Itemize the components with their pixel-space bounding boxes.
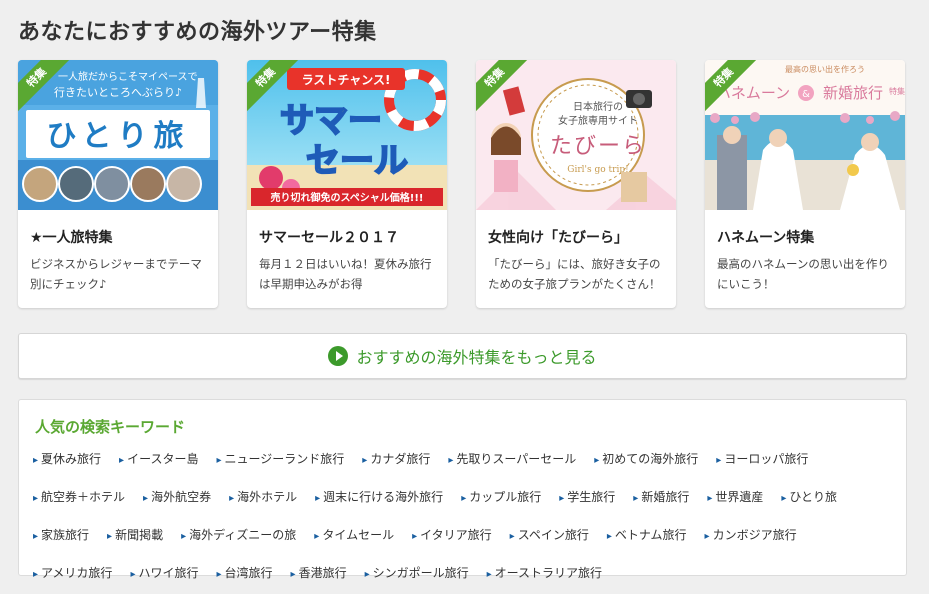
- keyword-link[interactable]: シンガポール旅行: [365, 563, 469, 585]
- keyword-link[interactable]: 夏休み旅行: [33, 449, 101, 471]
- svg-text:たびーら: たびーら: [550, 134, 646, 159]
- svg-text:特集: 特集: [889, 86, 905, 96]
- svg-text:日本旅行の: 日本旅行の: [573, 100, 623, 113]
- feature-card-tabira[interactable]: 日本旅行の 女子旅専用サイト たびーら Girl's go trip! 特集 女…: [476, 60, 676, 308]
- keyword-link[interactable]: ニュージーランド旅行: [216, 449, 345, 471]
- feature-card-summer-sale[interactable]: ラストチャンス! サマー セール 売り切れ御免のスペシャル価格!!! 特集 サマ…: [247, 60, 447, 308]
- svg-text:セール: セール: [306, 141, 408, 181]
- keyword-link[interactable]: 新婚旅行: [633, 487, 689, 509]
- tabira-banner: 日本旅行の 女子旅専用サイト たびーら Girl's go trip! 特集: [476, 60, 676, 210]
- solo-travel-banner: 一人旅だからこそマイペースで 行きたいところへぶらり♪ ひとり旅 特集: [18, 60, 218, 210]
- keyword-link[interactable]: 週末に行ける海外旅行: [315, 487, 443, 509]
- summer-sale-banner: ラストチャンス! サマー セール 売り切れ御免のスペシャル価格!!! 特集: [247, 60, 447, 210]
- keyword-link[interactable]: 香港旅行: [291, 563, 347, 585]
- keyword-link[interactable]: イースター島: [119, 449, 198, 471]
- keyword-link[interactable]: 台湾旅行: [216, 563, 273, 585]
- honeymoon-banner: 最高の思い出を作ろう ハネムーン & 新婚旅行 特集 特集: [705, 60, 905, 210]
- svg-text:売り切れ御免のスペシャル価格!!!: 売り切れ御免のスペシャル価格!!!: [271, 191, 424, 204]
- card-description: 「たびーら」には、旅好き女子のための女子旅プランがたくさん！: [488, 257, 661, 291]
- keyword-link[interactable]: 世界遺産: [707, 487, 763, 509]
- svg-text:最高の思い出を作ろう: 最高の思い出を作ろう: [785, 64, 865, 74]
- keyword-link[interactable]: イタリア旅行: [412, 525, 492, 547]
- card-title: 女性向け「たびーら」: [488, 230, 628, 246]
- keyword-link[interactable]: 学生旅行: [559, 487, 615, 509]
- keyword-link[interactable]: 海外ホテル: [229, 487, 297, 509]
- card-title: ★一人旅特集: [30, 230, 113, 246]
- keyword-link[interactable]: カナダ旅行: [362, 449, 430, 471]
- card-description: 最高のハネムーンの思い出を作りにいこう！: [717, 257, 889, 291]
- svg-text:&: &: [802, 89, 810, 100]
- svg-text:一人旅だからこそマイペースで: 一人旅だからこそマイペースで: [58, 70, 198, 83]
- card-title: サマーセール２０１７: [259, 230, 399, 246]
- keyword-link[interactable]: タイムセール: [314, 525, 394, 547]
- section-title: あなたにおすすめの海外ツアー特集: [18, 20, 377, 45]
- keyword-link[interactable]: 初めての海外旅行: [594, 449, 698, 471]
- svg-text:サマー: サマー: [280, 101, 382, 141]
- keyword-link[interactable]: アメリカ旅行: [33, 563, 112, 585]
- keyword-link[interactable]: オーストラリア旅行: [487, 563, 602, 585]
- card-title: ハネムーン特集: [717, 230, 815, 246]
- keyword-link[interactable]: 家族旅行: [33, 525, 89, 547]
- keyword-link[interactable]: 海外航空券: [143, 487, 211, 509]
- svg-text:Girl's go trip!: Girl's go trip!: [567, 165, 628, 175]
- feature-card-honeymoon[interactable]: 最高の思い出を作ろう ハネムーン & 新婚旅行 特集 特集 ハネムーン特集 最高…: [705, 60, 905, 308]
- keywords-title: 人気の検索キーワード: [35, 418, 186, 436]
- keyword-link[interactable]: 海外ディズニーの旅: [181, 525, 296, 547]
- card-description: ビジネスからレジャーまでテーマ別にチェック♪: [30, 257, 202, 291]
- play-circle-icon: [328, 346, 349, 366]
- more-features-label: おすすめの海外特集をもっと見る: [356, 348, 597, 367]
- keyword-link[interactable]: 新聞掲載: [107, 525, 163, 547]
- popular-keywords-panel: 人気の検索キーワード 夏休み旅行イースター島ニュージーランド旅行カナダ旅行先取り…: [18, 399, 907, 580]
- keyword-link[interactable]: ヨーロッパ旅行: [716, 449, 808, 471]
- keyword-link[interactable]: スペイン旅行: [510, 525, 589, 547]
- svg-text:新婚旅行: 新婚旅行: [823, 84, 883, 102]
- feature-card-solo-travel[interactable]: 一人旅だからこそマイペースで 行きたいところへぶらり♪ ひとり旅 特集 ★一人旅…: [18, 60, 218, 308]
- svg-text:ひとり旅: ひとり旅: [46, 119, 189, 154]
- svg-text:行きたいところへぶらり♪: 行きたいところへぶらり♪: [54, 86, 182, 99]
- keyword-link[interactable]: 先取りスーパーセール: [448, 449, 576, 471]
- keyword-link[interactable]: カンボジア旅行: [705, 525, 797, 547]
- card-description: 毎月１２日はいいね！夏休み旅行は早期申込みがお得: [259, 257, 432, 291]
- keyword-link[interactable]: カップル旅行: [461, 487, 541, 509]
- keyword-link[interactable]: ハワイ旅行: [130, 563, 198, 585]
- svg-text:ラストチャンス!: ラストチャンス!: [302, 73, 391, 87]
- keyword-link[interactable]: 航空券＋ホテル: [33, 487, 125, 509]
- keyword-link[interactable]: ひとり旅: [781, 487, 837, 509]
- keywords-list: 夏休み旅行イースター島ニュージーランド旅行カナダ旅行先取りスーパーセール初めての…: [33, 449, 893, 585]
- svg-text:女子旅専用サイト: 女子旅専用サイト: [558, 114, 638, 127]
- keyword-link[interactable]: ベトナム旅行: [607, 525, 687, 547]
- feature-cards: 一人旅だからこそマイペースで 行きたいところへぶらり♪ ひとり旅 特集 ★一人旅…: [18, 60, 907, 308]
- more-features-button[interactable]: おすすめの海外特集をもっと見る: [18, 333, 907, 379]
